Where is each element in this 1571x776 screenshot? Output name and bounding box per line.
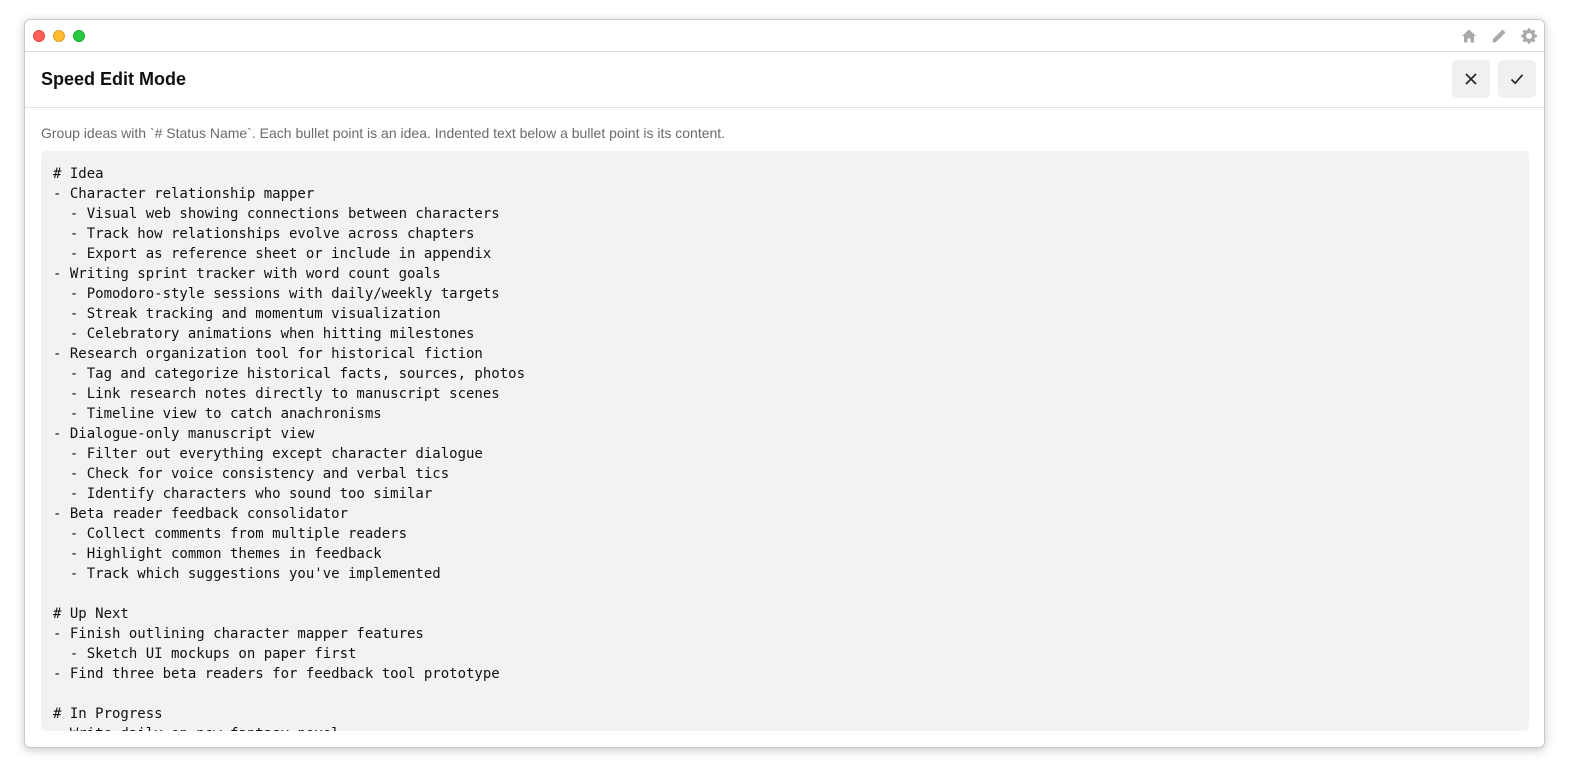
pencil-icon[interactable] — [1490, 27, 1508, 45]
app-window: Speed Edit Mode Group ideas with `# Stat… — [24, 19, 1545, 748]
close-window-button[interactable] — [33, 30, 45, 42]
confirm-button[interactable] — [1498, 60, 1536, 98]
editor-content[interactable]: # Idea - Character relationship mapper -… — [53, 164, 1517, 731]
home-icon[interactable] — [1460, 27, 1478, 45]
cancel-button[interactable] — [1452, 60, 1490, 98]
minimize-window-button[interactable] — [53, 30, 65, 42]
title-bar — [25, 20, 1544, 52]
title-toolbar — [1460, 27, 1538, 45]
zoom-window-button[interactable] — [73, 30, 85, 42]
modal-header: Speed Edit Mode — [25, 53, 1544, 108]
speed-edit-textarea[interactable]: # Idea - Character relationship mapper -… — [41, 151, 1529, 731]
check-icon — [1510, 74, 1524, 85]
help-text: Group ideas with `# Status Name`. Each b… — [41, 125, 726, 141]
page-title: Speed Edit Mode — [41, 69, 187, 89]
gear-icon[interactable] — [1520, 27, 1538, 45]
close-icon — [1465, 73, 1477, 85]
